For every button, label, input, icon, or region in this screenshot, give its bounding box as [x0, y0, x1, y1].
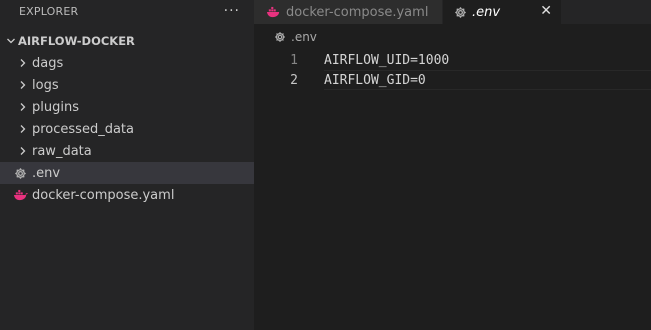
code-line-current[interactable]: 2 AIRFLOW_GID=0 — [254, 70, 651, 90]
tab-bar-empty — [561, 0, 651, 24]
explorer-header: EXPLORER ··· — [0, 0, 254, 23]
gear-icon — [274, 31, 286, 43]
line-number: 1 — [290, 52, 298, 68]
more-actions-button[interactable]: ··· — [224, 3, 240, 19]
chevron-right-icon — [16, 80, 30, 90]
tree-item-label: processed_data — [32, 121, 134, 137]
tree-folder-dags[interactable]: dags — [0, 52, 254, 74]
tree-item-label: .env — [32, 165, 61, 181]
chevron-down-icon — [4, 36, 17, 46]
docker-whale-icon — [12, 189, 28, 201]
explorer-title: EXPLORER — [19, 5, 79, 18]
code-editor[interactable]: 1 AIRFLOW_UID=1000 2 AIRFLOW_GID=0 — [254, 50, 651, 90]
line-text[interactable]: AIRFLOW_GID=0 — [324, 73, 426, 88]
chevron-right-icon — [16, 124, 30, 134]
tree-item-label: dags — [32, 55, 64, 71]
tree-folder-raw-data[interactable]: raw_data — [0, 140, 254, 162]
tree-file-env[interactable]: .env — [0, 162, 254, 184]
tree-file-docker-compose[interactable]: docker-compose.yaml — [0, 184, 254, 206]
tree-item-label: raw_data — [32, 143, 92, 159]
tree-folder-processed-data[interactable]: processed_data — [0, 118, 254, 140]
chevron-right-icon — [16, 58, 30, 68]
tree-item-label: logs — [32, 77, 59, 93]
tab-label: .env — [472, 4, 501, 20]
gear-icon — [12, 167, 28, 180]
tab-bar: docker-compose.yaml .env ✕ — [254, 0, 651, 24]
tab-label: docker-compose.yaml — [286, 4, 429, 20]
breadcrumb-file: .env — [291, 30, 317, 44]
tree-item-label: plugins — [32, 99, 79, 115]
breadcrumb[interactable]: .env — [254, 27, 651, 47]
explorer-sidebar: EXPLORER ··· AIRFLOW-DOCKER dags logs pl… — [0, 0, 254, 330]
close-icon[interactable]: ✕ — [540, 3, 552, 19]
tree-folder-logs[interactable]: logs — [0, 74, 254, 96]
line-text[interactable]: AIRFLOW_UID=1000 — [324, 53, 449, 68]
tree-item-label: docker-compose.yaml — [32, 187, 175, 203]
tree-folder-plugins[interactable]: plugins — [0, 96, 254, 118]
editor-area: docker-compose.yaml .env ✕ .env 1 AIRFLO… — [254, 0, 651, 330]
workspace-folder-header[interactable]: AIRFLOW-DOCKER — [0, 30, 254, 52]
chevron-right-icon — [16, 146, 30, 156]
chevron-right-icon — [16, 102, 30, 112]
gear-icon — [454, 6, 467, 19]
tab-docker-compose[interactable]: docker-compose.yaml — [254, 0, 443, 24]
line-number: 2 — [290, 72, 298, 88]
code-line[interactable]: 1 AIRFLOW_UID=1000 — [254, 50, 651, 70]
tab-env[interactable]: .env ✕ — [443, 0, 561, 24]
docker-whale-icon — [266, 6, 281, 18]
workspace-folder-name: AIRFLOW-DOCKER — [18, 34, 135, 48]
